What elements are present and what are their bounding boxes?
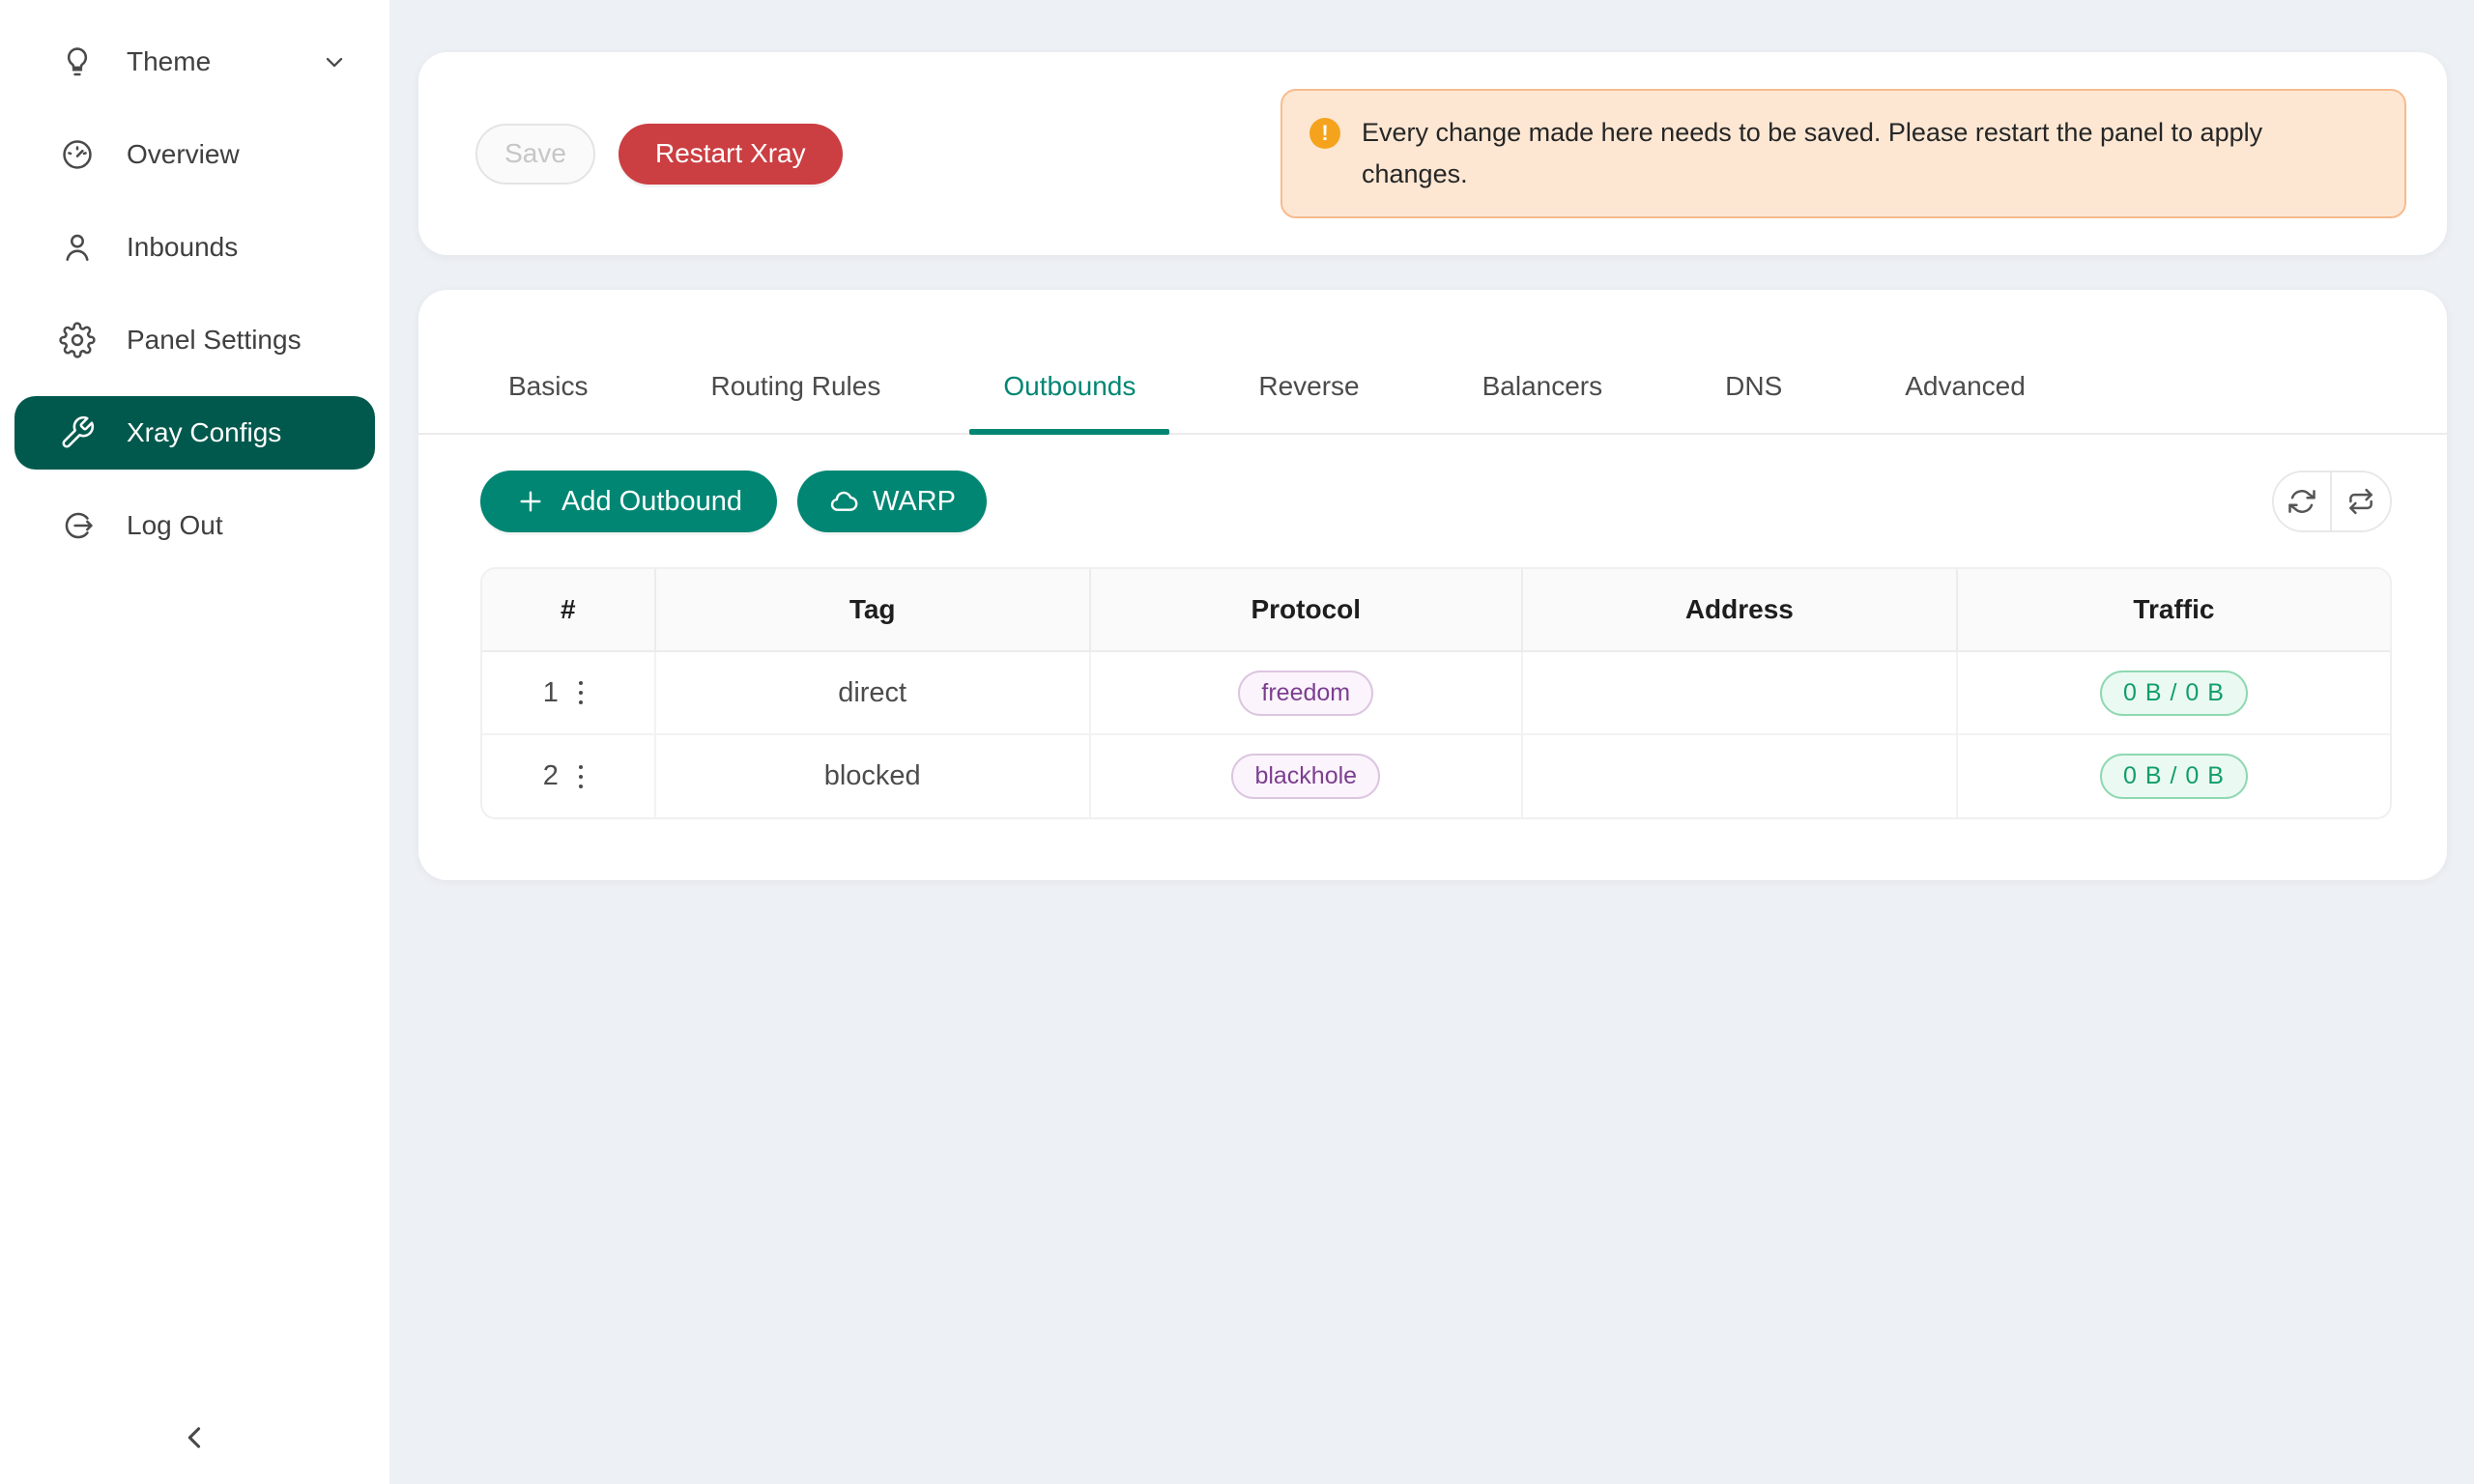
- chevron-down-icon: [321, 48, 348, 75]
- sidebar-item-panel-settings[interactable]: Panel Settings: [14, 303, 375, 377]
- table-row: 2 blocked blackhole 0 B / 0 B: [482, 734, 2390, 817]
- sidebar-item-log-out[interactable]: Log Out: [14, 489, 375, 562]
- tab-outbounds[interactable]: Outbounds: [969, 371, 1169, 433]
- main-content: Save Restart Xray ! Every change made he…: [389, 0, 2474, 1484]
- xray-configs-card: Basics Routing Rules Outbounds Reverse B…: [418, 290, 2447, 880]
- row-index: 1: [543, 677, 559, 709]
- row-address: [1522, 734, 1957, 817]
- plus-icon: [515, 486, 546, 517]
- toolbar-card: Save Restart Xray ! Every change made he…: [418, 52, 2447, 255]
- sidebar-item-label: Inbounds: [127, 232, 238, 263]
- row-menu-button[interactable]: [568, 676, 593, 709]
- sidebar-item-xray-configs[interactable]: Xray Configs: [14, 396, 375, 470]
- tab-basics[interactable]: Basics: [475, 371, 621, 433]
- tab-balancers[interactable]: Balancers: [1449, 371, 1637, 433]
- protocol-badge: freedom: [1238, 671, 1373, 716]
- warning-circle-icon: !: [1309, 118, 1340, 149]
- logout-icon: [59, 507, 96, 544]
- add-outbound-label: Add Outbound: [561, 486, 742, 518]
- reset-traffic-button[interactable]: [2332, 472, 2390, 530]
- header-protocol: Protocol: [1090, 569, 1522, 651]
- tab-dns[interactable]: DNS: [1691, 371, 1816, 433]
- header-index: #: [482, 569, 655, 651]
- sidebar-item-label: Overview: [127, 139, 240, 170]
- lightbulb-icon: [59, 43, 96, 80]
- sidebar-item-inbounds[interactable]: Inbounds: [14, 211, 375, 284]
- row-menu-button[interactable]: [568, 760, 593, 793]
- table-header-row: # Tag Protocol Address Traffic: [482, 569, 2390, 651]
- warning-alert-text: Every change made here needs to be saved…: [1362, 112, 2338, 195]
- header-tag: Tag: [655, 569, 1090, 651]
- tab-bar: Basics Routing Rules Outbounds Reverse B…: [418, 290, 2447, 435]
- gear-icon: [59, 322, 96, 358]
- header-traffic: Traffic: [1957, 569, 2390, 651]
- cloud-icon: [828, 486, 859, 517]
- sidebar-item-label: Theme: [127, 46, 211, 77]
- repeat-icon: [2346, 487, 2375, 516]
- warp-button[interactable]: WARP: [797, 471, 987, 532]
- user-icon: [59, 229, 96, 266]
- traffic-badge: 0 B / 0 B: [2100, 754, 2248, 799]
- header-address: Address: [1522, 569, 1957, 651]
- sidebar-collapse-button[interactable]: [166, 1409, 224, 1467]
- sidebar-nav: Theme Overview Inbounds Panel Settings: [0, 0, 389, 562]
- protocol-badge: blackhole: [1231, 754, 1380, 799]
- dashboard-icon: [59, 136, 96, 173]
- sidebar-item-overview[interactable]: Overview: [14, 118, 375, 191]
- tab-advanced[interactable]: Advanced: [1871, 371, 2059, 433]
- refresh-button[interactable]: [2274, 472, 2332, 530]
- save-button[interactable]: Save: [475, 124, 595, 185]
- chevron-left-icon: [179, 1421, 212, 1454]
- restart-xray-button[interactable]: Restart Xray: [618, 124, 843, 185]
- actions-row: Add Outbound WARP: [418, 435, 2447, 532]
- traffic-badge: 0 B / 0 B: [2100, 671, 2248, 716]
- sidebar-item-label: Xray Configs: [127, 417, 281, 448]
- sidebar: Theme Overview Inbounds Panel Settings: [0, 0, 389, 1484]
- row-tag: blocked: [655, 734, 1090, 817]
- warning-alert: ! Every change made here needs to be sav…: [1280, 89, 2406, 218]
- row-tag: direct: [655, 651, 1090, 734]
- sidebar-item-label: Panel Settings: [127, 325, 302, 356]
- wrench-icon: [59, 414, 96, 451]
- tab-reverse[interactable]: Reverse: [1224, 371, 1393, 433]
- sidebar-item-label: Log Out: [127, 510, 223, 541]
- warp-label: WARP: [873, 486, 956, 518]
- sync-icon: [2287, 487, 2316, 516]
- outbounds-table: # Tag Protocol Address Traffic 1: [480, 567, 2392, 819]
- tab-routing-rules[interactable]: Routing Rules: [676, 371, 914, 433]
- add-outbound-button[interactable]: Add Outbound: [480, 471, 777, 532]
- row-address: [1522, 651, 1957, 734]
- row-index: 2: [543, 760, 559, 792]
- table-row: 1 direct freedom 0 B / 0 B: [482, 651, 2390, 734]
- refresh-button-group: [2272, 471, 2392, 532]
- sidebar-item-theme[interactable]: Theme: [14, 25, 375, 99]
